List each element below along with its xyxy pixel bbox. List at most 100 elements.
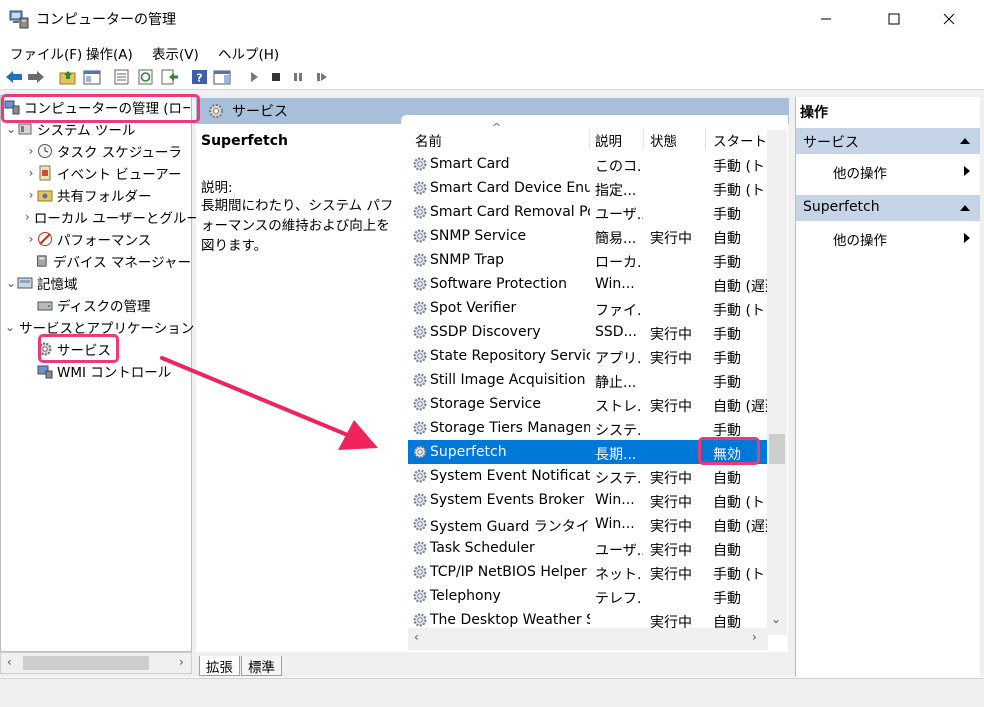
service-row[interactable]: System Event Notification Service システ... 実… [408,464,768,488]
stop-service-button[interactable] [267,68,285,86]
help-button[interactable]: ? [191,68,209,86]
service-startup-cell: 手動 (トリガー開始) [713,303,768,319]
service-startup-cell: 自動 [713,543,741,559]
device-manager-icon [37,255,47,267]
service-row[interactable]: System Guard ランタイム モニター ブローカー Win... 実行中 自動… [408,512,768,536]
tree-item[interactable]: › イベント ビューアー [25,162,191,184]
tree-item[interactable]: デバイス マネージャー [25,250,191,272]
console-tree-button[interactable] [83,68,101,86]
stop-icon [272,73,280,81]
highlight-services-node [38,334,119,363]
list-vertical-scrollbar[interactable]: ⌄ [767,130,787,635]
column-header-startup-type[interactable]: スタートアップの種類 [713,130,767,150]
wmi-icon [37,365,53,379]
chevron-down-icon[interactable]: ⌄ [5,320,15,334]
service-row[interactable]: Spot Verifier ファイ... 手動 (トリガー開始) [408,296,768,320]
scroll-right-icon: › [179,655,184,669]
gear-icon [413,613,427,627]
tree-item[interactable]: › ローカル ユーザーとグループ [25,206,213,228]
column-header-name[interactable]: 名前 [415,130,442,150]
service-name-cell: State Repository Service [430,348,590,364]
description-label: 説明: [201,180,233,196]
service-name-cell: Telephony [430,588,501,604]
service-name-cell: System Event Notification Service [430,468,590,484]
service-row[interactable]: Storage Service ストレ... 実行中 自動 (遅延開始) [408,392,768,416]
service-startup-cell: 自動 [713,471,741,487]
service-row[interactable]: Smart Card Device Enumeration Service 指定.… [408,176,768,200]
help-icon: ? [192,70,207,85]
gear-icon [413,253,427,267]
column-header-description[interactable]: 説明 [595,130,622,150]
service-row[interactable]: SSDP Discovery SSD... 実行中 手動 [408,320,768,344]
service-row[interactable]: TCP/IP NetBIOS Helper ネット... 実行中 手動 (トリガー開始… [408,560,768,584]
maximize-button[interactable] [871,0,917,38]
chevron-right-icon[interactable]: › [25,232,37,246]
list-vscroll-thumb[interactable] [769,434,785,464]
actions-more-services[interactable]: 他の操作 [833,162,887,182]
gear-icon [413,373,427,387]
properties-button[interactable] [113,68,131,86]
service-name-cell: Smart Card [430,156,510,172]
gear-icon [413,565,427,579]
list-horizontal-scrollbar[interactable]: ‹ › [408,628,768,650]
service-row[interactable]: Software Protection Win... 自動 (遅延開始) [408,272,768,296]
service-row[interactable]: Telephony テレフ... 手動 [408,584,768,608]
refresh-button[interactable] [137,68,155,86]
chevron-right-icon[interactable]: › [25,210,30,224]
start-service-button[interactable] [245,68,263,86]
back-button[interactable] [5,68,23,86]
tree-item[interactable]: › 共有フォルダー [25,184,191,206]
service-row[interactable]: Smart Card このコ... 手動 (トリガー開始) [408,152,768,176]
column-header-status[interactable]: 状態 [650,130,677,150]
actions-section-services-label: サービス [803,135,859,151]
actions-more-superfetch[interactable]: 他の操作 [833,229,887,249]
service-row[interactable]: SNMP Service 簡易... 実行中 自動 [408,224,768,248]
menu-action[interactable]: 操作(A) [86,43,133,63]
service-row[interactable]: State Repository Service アプリ... 実行中 手動 [408,344,768,368]
service-desc-cell: テレフ... [595,591,643,607]
service-row[interactable]: Still Image Acquisition Events 静止... 手動 [408,368,768,392]
service-row[interactable]: SNMP Trap ローカ... 手動 [408,248,768,272]
collapse-up-icon [960,138,970,144]
pause-service-button[interactable] [289,68,307,86]
service-startup-cell: 手動 [713,255,741,271]
service-status-cell: 実行中 [650,543,692,559]
sort-ascending-icon: ^ [492,121,502,134]
export-list-button[interactable] [161,68,179,86]
service-desc-cell: 指定... [595,183,637,199]
service-name-cell: SNMP Trap [430,252,505,268]
menu-view[interactable]: 表示(V) [152,43,199,63]
service-startup-cell: 手動 [713,351,741,367]
tree-horizontal-scrollbar[interactable]: ‹ › [0,652,192,674]
forward-button[interactable] [27,68,45,86]
tree-item[interactable]: › タスク スケジューラ [25,140,191,162]
chevron-right-icon[interactable]: › [25,166,37,180]
actions-pane [795,97,980,677]
tab-standard[interactable]: 標準 [241,656,282,676]
tab-extended[interactable]: 拡張 [199,656,240,676]
chevron-right-icon[interactable]: › [25,144,37,158]
tree-item[interactable]: ⌄ 記憶域 [5,272,191,294]
menu-help[interactable]: ヘルプ(H) [218,43,279,63]
menu-file[interactable]: ファイル(F) [10,43,82,63]
service-desc-cell: Win... [595,516,635,532]
restart-service-button[interactable] [313,68,331,86]
tree-item[interactable]: › パフォーマンス [25,228,191,250]
service-desc-cell: アプリ... [595,351,643,367]
action-pane-icon [213,70,231,85]
chevron-right-icon[interactable]: › [25,188,37,202]
close-button[interactable] [926,0,972,38]
service-row[interactable]: Smart Card Removal Policy ユーザ... 手動 [408,200,768,224]
minimize-button[interactable] [803,0,849,38]
service-row[interactable]: Task Scheduler ユーザ... 実行中 自動 [408,536,768,560]
tree-item[interactable]: ディスクの管理 [25,294,191,316]
gear-icon [413,517,427,531]
service-row[interactable]: System Events Broker Win... 実行中 自動 (トリガー開始) [408,488,768,512]
chevron-down-icon[interactable]: ⌄ [5,276,17,290]
chevron-down-icon[interactable]: ⌄ [5,122,17,136]
tree-hscroll-thumb[interactable] [23,656,149,670]
up-folder-button[interactable] [59,68,77,86]
scroll-left-icon: ‹ [414,630,419,644]
service-desc-cell: Win... [595,492,635,508]
show-hide-action-pane-button[interactable] [213,68,231,86]
